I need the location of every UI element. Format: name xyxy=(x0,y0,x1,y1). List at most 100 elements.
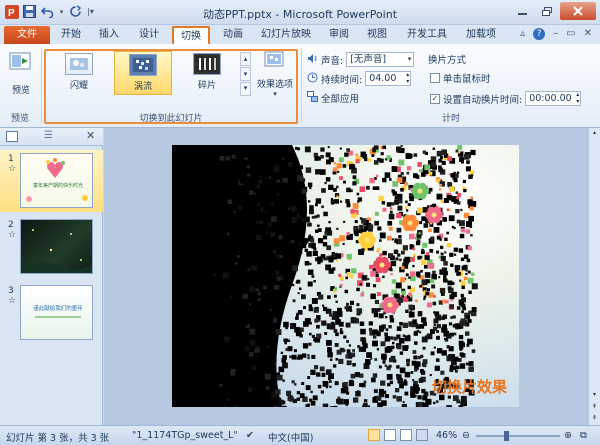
shred-icon xyxy=(193,53,221,75)
transition-fragment xyxy=(375,273,379,277)
transition-fragment xyxy=(382,360,386,364)
tab-developer[interactable]: 开发工具 xyxy=(402,26,452,44)
previous-slide-icon[interactable]: ⇞ xyxy=(590,403,599,413)
transition-fragment xyxy=(290,206,297,212)
transition-fragment xyxy=(458,151,461,154)
transition-fragment xyxy=(414,341,418,345)
transition-fragment xyxy=(446,208,450,212)
on-mouse-click-checkbox[interactable] xyxy=(430,73,440,83)
gallery-more-icon[interactable]: ▾ xyxy=(240,82,251,96)
transition-fragment xyxy=(397,344,402,350)
transition-fragment xyxy=(322,304,325,307)
gallery-down-icon[interactable]: ▾ xyxy=(240,67,251,81)
transition-fragment xyxy=(415,324,421,329)
transition-fragment xyxy=(391,238,394,241)
transition-fragment xyxy=(289,194,295,199)
scroll-down-icon[interactable]: ▾ xyxy=(590,391,599,401)
vertical-scrollbar[interactable]: ▴ ▾ ⇞ ⇟ xyxy=(588,128,600,425)
transition-fragment xyxy=(404,391,409,396)
transition-fragment xyxy=(336,311,343,317)
zoom-level[interactable]: 46% xyxy=(436,430,457,441)
transition-fragment xyxy=(321,188,326,193)
transition-fragment xyxy=(440,156,443,159)
slide-thumbnail-2[interactable]: 2 ☆ xyxy=(0,216,103,278)
close-document-icon[interactable]: ✕ xyxy=(584,28,592,40)
auto-advance-input[interactable]: 00:00.00 ▴ ▾ xyxy=(525,91,582,106)
sound-select[interactable]: [无声音] ▾ xyxy=(346,52,415,67)
tab-transitions[interactable]: 切换 xyxy=(172,26,210,44)
transition-fragment xyxy=(285,199,289,203)
transition-fragment xyxy=(401,290,406,296)
transition-fragment xyxy=(339,147,342,150)
transition-fragment xyxy=(430,236,435,241)
next-slide-icon[interactable]: ⇟ xyxy=(590,414,599,424)
close-pane-icon[interactable]: ✕ xyxy=(86,129,95,142)
zoom-slider[interactable] xyxy=(476,431,560,441)
apply-all-label: 全部应用 xyxy=(321,94,360,105)
tab-slide-show[interactable]: 幻灯片放映 xyxy=(256,26,316,44)
transition-fragment xyxy=(276,254,281,258)
sound-dropdown-icon[interactable]: ▾ xyxy=(408,53,412,66)
reading-view-icon[interactable] xyxy=(400,429,412,441)
tab-view[interactable]: 视图 xyxy=(362,26,392,44)
transition-fragment xyxy=(257,203,261,207)
transition-fragment xyxy=(447,286,452,291)
slide-sorter-view-icon[interactable] xyxy=(384,429,396,441)
transition-fragment xyxy=(401,250,405,255)
zoom-out-icon[interactable]: ⊖ xyxy=(462,430,470,441)
gallery-up-icon[interactable]: ▴ xyxy=(240,52,251,66)
slide-thumbnail-3[interactable]: 3 ☆ 谨此献给我们的童年 xyxy=(0,282,103,344)
transition-shred[interactable]: 碎片 xyxy=(178,51,236,95)
effect-options-button[interactable]: 效果选项 ▾ xyxy=(254,50,296,98)
spell-check-icon[interactable]: ✔ xyxy=(246,430,254,441)
restore-document-icon[interactable]: ▭ xyxy=(566,28,575,40)
apply-all-button[interactable]: 全部应用 xyxy=(307,91,359,105)
tab-animations[interactable]: 动画 xyxy=(218,26,248,44)
duration-spinner-icon[interactable]: ▴ ▾ xyxy=(406,71,409,85)
transition-fragment xyxy=(293,349,297,353)
fit-slide-icon[interactable]: ⧉ xyxy=(580,430,587,441)
on-mouse-click-option[interactable]: 单击鼠标时 xyxy=(430,71,491,85)
slide-thumbnail-1[interactable]: 1 ☆ 童年美产期的快乐时光 xyxy=(0,150,103,212)
current-slide[interactable]: 切换片效果 xyxy=(172,145,519,407)
minimize-button[interactable] xyxy=(510,2,534,20)
minimize-ribbon-icon[interactable]: ▵ xyxy=(520,28,525,40)
tab-addins[interactable]: 加载项 xyxy=(460,26,502,44)
outline-tab-icon[interactable]: ☰ xyxy=(44,130,53,141)
tab-home[interactable]: 开始 xyxy=(56,26,86,44)
transition-fragment xyxy=(396,146,401,152)
slides-tab-icon[interactable] xyxy=(6,131,18,142)
transition-fragment xyxy=(436,358,440,362)
transition-fragment xyxy=(267,348,273,354)
theme-name-status[interactable]: "1_1174TGp_sweet_L" xyxy=(132,430,238,441)
transition-fragment xyxy=(382,390,387,394)
transition-fragment xyxy=(400,277,406,283)
scroll-up-icon[interactable]: ▴ xyxy=(590,129,599,139)
preview-button[interactable]: 预览 xyxy=(4,50,38,96)
transition-fragment xyxy=(304,216,310,223)
tab-design[interactable]: 设计 xyxy=(134,26,164,44)
zoom-slider-thumb[interactable] xyxy=(504,431,509,441)
auto-advance-spinner-icon[interactable]: ▴ ▾ xyxy=(576,91,579,105)
auto-advance-checkbox[interactable]: ✓ xyxy=(430,93,440,104)
tab-insert[interactable]: 插入 xyxy=(94,26,124,44)
help-icon[interactable]: ? xyxy=(533,28,546,40)
transition-fragment xyxy=(336,195,339,198)
transition-glitter[interactable]: 闪耀 xyxy=(50,51,108,95)
slide-show-view-icon[interactable] xyxy=(416,429,428,441)
minimize-document-icon[interactable]: – xyxy=(553,28,558,40)
tab-review[interactable]: 审阅 xyxy=(324,26,354,44)
duration-input[interactable]: 04.00 ▴ ▾ xyxy=(365,71,412,86)
language-status[interactable]: 中文(中国) xyxy=(268,430,313,444)
transition-vortex[interactable]: 涡流 xyxy=(114,51,172,95)
normal-view-icon[interactable] xyxy=(368,429,380,441)
restore-button[interactable] xyxy=(535,2,559,20)
view-buttons xyxy=(368,429,428,441)
transition-fragment xyxy=(308,342,312,346)
tab-file[interactable]: 文件 xyxy=(4,26,50,44)
zoom-in-icon[interactable]: ⊕ xyxy=(564,430,572,441)
transition-fragment xyxy=(301,353,307,358)
transition-fragment xyxy=(404,256,411,263)
slide-3-preview: 谨此献给我们的童年 xyxy=(20,285,93,340)
close-button[interactable] xyxy=(560,2,596,20)
